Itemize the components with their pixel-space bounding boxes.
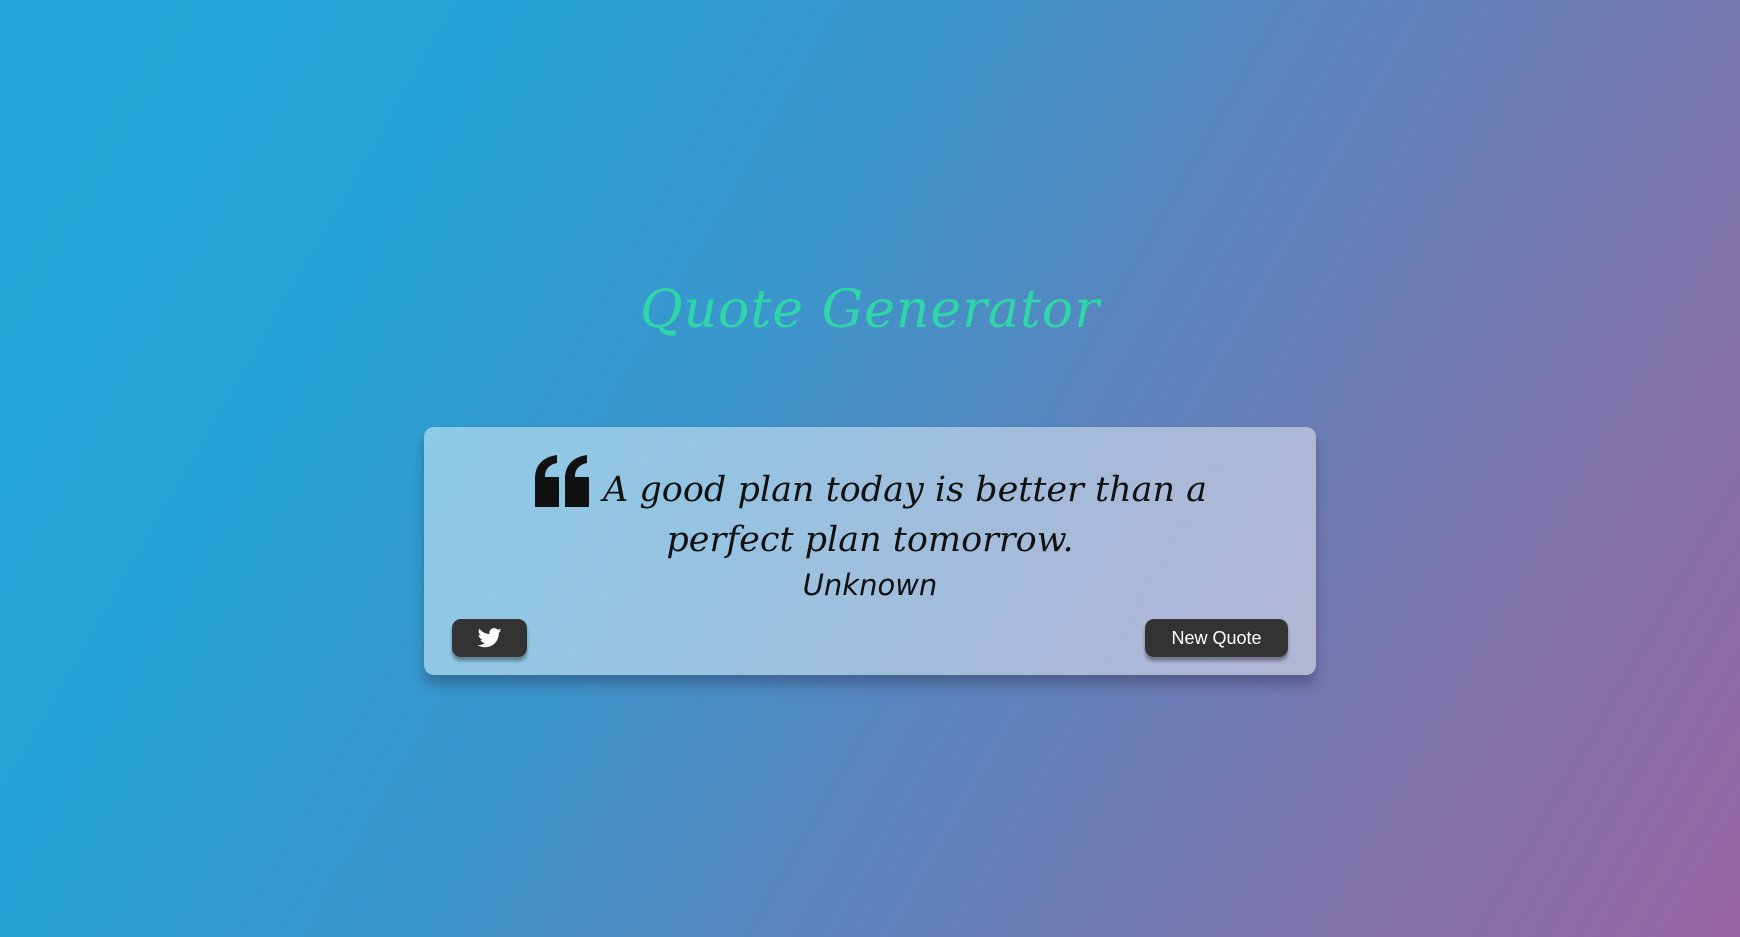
quote-left-icon — [534, 455, 589, 507]
quote-card: A good plan today is better than a perfe… — [424, 427, 1316, 675]
quote-container: A good plan today is better than a perfe… — [424, 455, 1316, 565]
quote-text: A good plan today is better than a perfe… — [602, 470, 1208, 560]
twitter-icon — [477, 628, 501, 648]
new-quote-button[interactable]: New Quote — [1145, 619, 1288, 657]
tweet-button[interactable] — [452, 619, 527, 657]
quote-author: Unknown — [802, 568, 938, 602]
page-title: Quote Generator — [639, 280, 1101, 340]
